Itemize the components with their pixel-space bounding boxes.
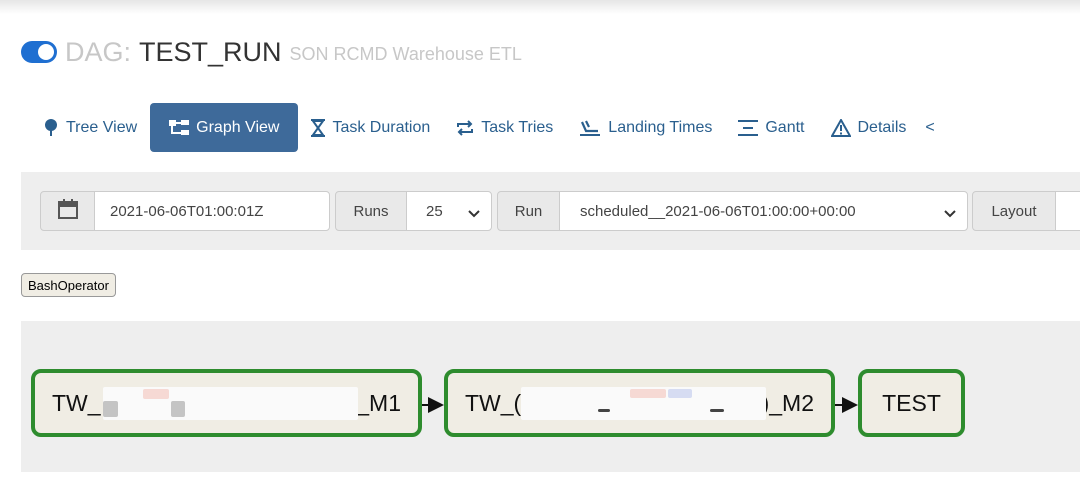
tab-label: Graph View (196, 118, 280, 136)
base-date-input[interactable]: 2021-06-06T01:00:01Z (94, 191, 330, 231)
dag-graph-canvas: TW_ )_M1 TW_( )_M2 TEST (21, 321, 1080, 472)
redaction-block (598, 409, 610, 412)
landing-icon (579, 119, 601, 137)
dag-pause-toggle[interactable] (21, 41, 57, 63)
tab-details[interactable]: Details (818, 103, 920, 152)
graph-toolbar: 2021-06-06T01:00:01Z Runs 25 Run schedul… (21, 172, 1080, 250)
task-name-prefix: TW_ (52, 389, 101, 416)
task-node-m2[interactable]: TW_( )_M2 (444, 369, 835, 437)
redaction-block (171, 401, 185, 417)
view-tabs: Tree View Graph View Task Duration Task … (30, 103, 941, 152)
runs-label: Runs (335, 191, 407, 231)
redaction-block (630, 389, 666, 398)
tab-gantt[interactable]: Gantt (725, 103, 817, 152)
more-tabs-chevron[interactable]: < (919, 103, 940, 152)
run-select[interactable]: scheduled__2021-06-06T01:00:00+00:00 (559, 191, 968, 231)
dag-id: TEST_RUN (139, 36, 282, 67)
runs-select[interactable]: 25 (406, 191, 492, 231)
calendar-button[interactable] (40, 191, 95, 231)
task-name: TEST (882, 389, 941, 416)
tab-task-tries[interactable]: Task Tries (443, 103, 566, 152)
tab-label: Landing Times (608, 118, 713, 136)
layout-label: Layout (972, 191, 1056, 231)
chevron-down-icon (468, 206, 480, 223)
redaction-block (143, 389, 169, 399)
dag-header: DAG: TEST_RUN SON RCMD Warehouse ETL (21, 32, 522, 72)
task-node-m1[interactable]: TW_ )_M1 (31, 369, 422, 437)
tab-label: Details (857, 118, 907, 136)
operator-legend-bashoperator[interactable]: BashOperator (21, 273, 116, 297)
runs-value: 25 (426, 202, 443, 220)
tab-tree-view[interactable]: Tree View (30, 103, 150, 152)
tab-label: Task Tries (481, 118, 554, 136)
run-label: Run (497, 191, 560, 231)
hourglass-icon (311, 118, 326, 137)
layout-select[interactable] (1055, 191, 1080, 231)
dag-description: SON RCMD Warehouse ETL (289, 43, 522, 64)
retry-icon (456, 119, 474, 136)
tab-label: Task Duration (332, 118, 431, 136)
task-name-prefix: TW_( (465, 389, 522, 416)
task-node-test[interactable]: TEST (858, 369, 965, 437)
tab-label: Tree View (66, 118, 138, 136)
task-name-suffix: )_M2 (761, 389, 814, 416)
top-shadow (0, 0, 1080, 14)
redaction-block (103, 401, 118, 417)
calendar-icon (57, 199, 78, 223)
dag-label-prefix: DAG: (65, 36, 132, 67)
redaction-block (668, 389, 692, 398)
graph-icon (169, 119, 190, 136)
warning-icon (830, 118, 851, 137)
tree-icon (43, 118, 59, 137)
tab-task-duration[interactable]: Task Duration (298, 103, 443, 152)
tab-label: Gantt (765, 118, 805, 136)
redaction-block (103, 387, 358, 420)
gantt-icon (738, 119, 759, 136)
run-value: scheduled__2021-06-06T01:00:00+00:00 (580, 202, 856, 220)
redaction-block (710, 409, 724, 412)
tab-graph-view[interactable]: Graph View (150, 103, 299, 152)
chevron-down-icon (944, 206, 956, 223)
tab-landing-times[interactable]: Landing Times (566, 103, 725, 152)
